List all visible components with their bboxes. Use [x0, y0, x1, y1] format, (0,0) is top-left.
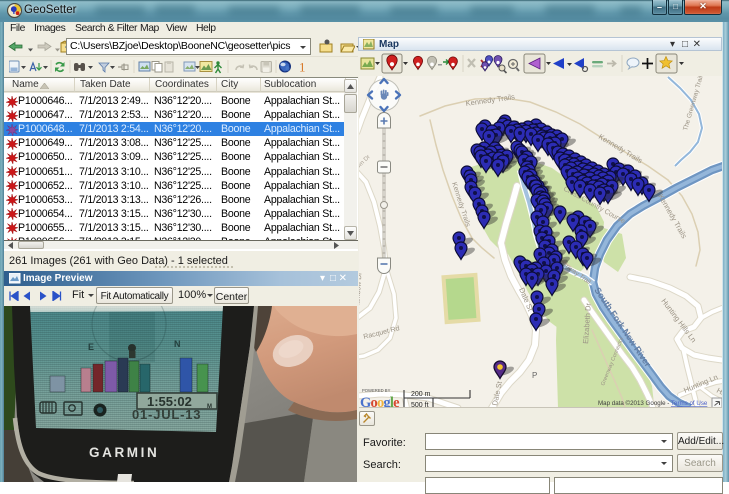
svg-text:Google: Google	[360, 395, 400, 408]
svg-text:GARMIN: GARMIN	[89, 445, 159, 460]
svg-text:200 m: 200 m	[411, 391, 431, 398]
svg-text:POWERED BY: POWERED BY	[362, 388, 391, 393]
svg-text:01-JUL-13: 01-JUL-13	[132, 407, 201, 422]
svg-text:P: P	[532, 371, 537, 380]
svg-text:N: N	[174, 339, 181, 349]
svg-text:1: 1	[299, 60, 306, 75]
svg-text:Map data ©2013 Google - Terms: Map data ©2013 Google - Terms of Use	[598, 400, 708, 407]
svg-text:M: M	[207, 404, 212, 410]
svg-text:E: E	[88, 342, 94, 352]
